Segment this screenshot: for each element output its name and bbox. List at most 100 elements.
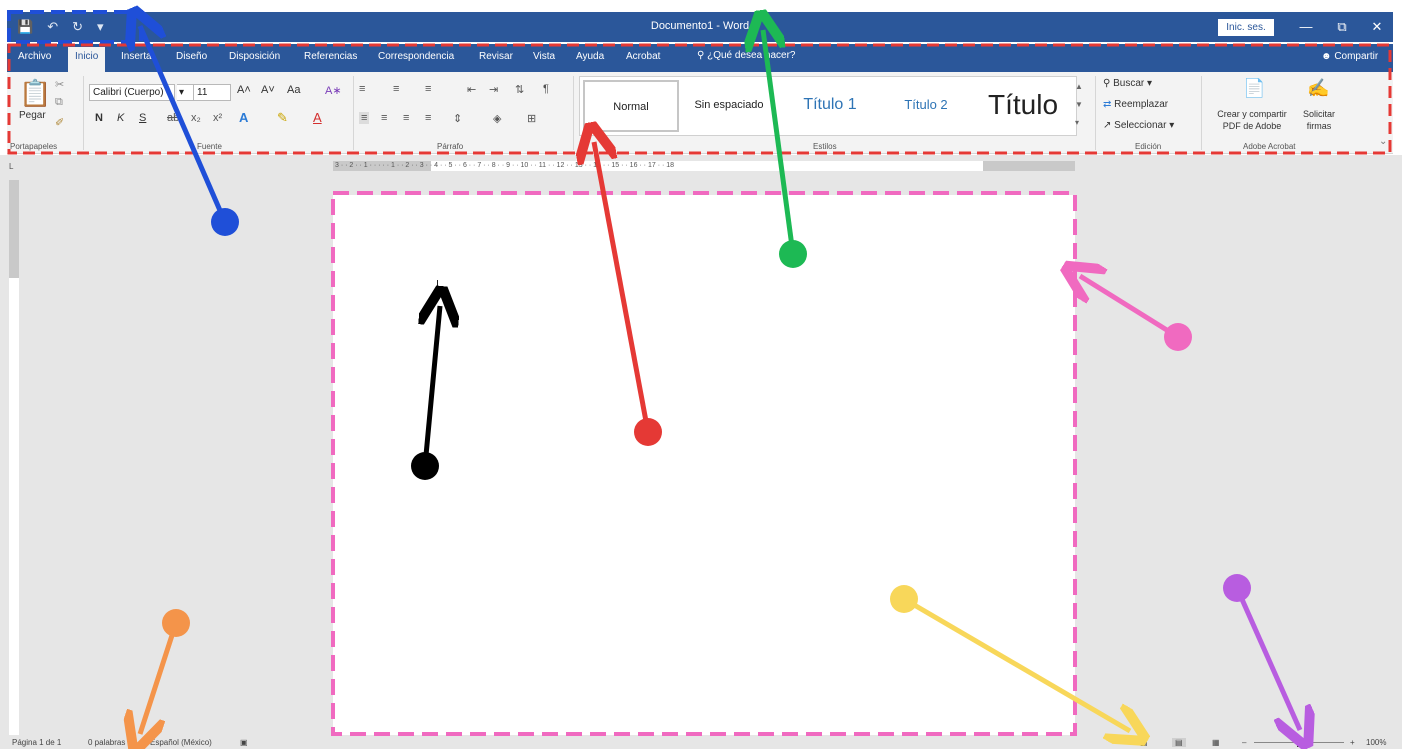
style-heading-1[interactable]: Título 1	[783, 80, 877, 132]
strikethrough-icon[interactable]: ab	[167, 112, 179, 124]
text-effects-icon[interactable]: A	[239, 110, 248, 125]
zoom-out-icon[interactable]: –	[1242, 738, 1246, 747]
font-family-select[interactable]: Calibri (Cuerpo)	[89, 84, 175, 101]
minimize-button[interactable]: —	[1294, 17, 1318, 37]
tab-selector-icon[interactable]: L	[9, 162, 19, 172]
align-right-icon[interactable]: ≡	[403, 112, 409, 124]
tab-ayuda[interactable]: Ayuda	[576, 51, 604, 62]
style-heading-2[interactable]: Título 2	[881, 80, 971, 132]
language-indicator[interactable]: Español (México)	[150, 738, 212, 747]
share-label: Compartir	[1334, 51, 1379, 62]
borders-icon[interactable]: ⊞	[527, 112, 536, 125]
replace-icon: ⇄	[1103, 99, 1112, 110]
status-bar: Página 1 de 1 0 palabras Español (México…	[0, 735, 1402, 749]
cursor-arrow-icon: ↗	[1103, 120, 1112, 131]
shrink-font-button[interactable]: A˅	[261, 84, 275, 96]
separator	[83, 76, 84, 150]
zoom-in-icon[interactable]: +	[1350, 738, 1355, 747]
replace-button[interactable]: ⇄ Reemplazar	[1103, 99, 1168, 110]
document-title: Documento1 - Word	[650, 20, 750, 32]
format-painter-icon[interactable]: ✐	[55, 116, 64, 129]
ribbon-home: 📋 Pegar ✂ ⧉ ✐ Portapapeles Calibri (Cuer…	[7, 72, 1393, 154]
page-count[interactable]: Página 1 de 1	[12, 738, 61, 747]
style-no-spacing[interactable]: Sin espaciado	[683, 80, 775, 132]
zoom-level[interactable]: 100%	[1366, 738, 1386, 747]
close-button[interactable]: ✕	[1365, 17, 1389, 37]
tell-me-search[interactable]: ⚲ ¿Qué desea hacer?	[697, 50, 796, 61]
find-button[interactable]: ⚲ Buscar ▾	[1103, 78, 1152, 89]
select-button[interactable]: ↗ Seleccionar ▾	[1103, 120, 1174, 131]
grow-font-button[interactable]: A˄	[237, 84, 251, 96]
highlight-icon[interactable]: ✎	[277, 110, 288, 126]
horizontal-ruler[interactable]: 3 · · 2 · · 1 · · · · · 1 · · 2 · · 3 · …	[333, 161, 1075, 171]
create-share-pdf-button[interactable]: Crear y compartir PDF de Adobe	[1207, 108, 1297, 132]
create-pdf-line2: PDF de Adobe	[1222, 121, 1282, 131]
web-layout-icon[interactable]: ▦	[1212, 738, 1220, 747]
tab-referencias[interactable]: Referencias	[304, 51, 357, 62]
read-mode-icon[interactable]: ▤	[1140, 738, 1148, 747]
cut-icon[interactable]: ✂	[55, 78, 64, 91]
clear-formatting-icon[interactable]: A∗	[325, 84, 342, 97]
tab-vista[interactable]: Vista	[533, 51, 555, 62]
sort-icon[interactable]: ⇅	[515, 83, 524, 96]
separator	[1095, 76, 1096, 150]
bullets-icon[interactable]: ≡	[359, 83, 365, 95]
replace-label: Reemplazar	[1114, 99, 1169, 110]
pdf-create-icon[interactable]: 📄	[1243, 78, 1265, 99]
vertical-ruler[interactable]	[9, 180, 19, 735]
editing-group-label: Edición	[1135, 142, 1162, 151]
tab-archivo[interactable]: Archivo	[18, 51, 51, 62]
change-case-button[interactable]: Aa	[287, 84, 300, 96]
share-button[interactable]: ☻ Compartir	[1321, 51, 1378, 62]
tab-disposicion[interactable]: Disposición	[229, 51, 280, 62]
copy-icon[interactable]: ⧉	[55, 96, 63, 109]
line-spacing-icon[interactable]: ⇕	[453, 112, 462, 125]
request-signatures-icon[interactable]: ✍	[1307, 78, 1329, 99]
accessibility-icon[interactable]: ▣	[240, 738, 248, 747]
style-normal[interactable]: Normal	[583, 80, 679, 132]
document-page[interactable]	[333, 195, 1075, 735]
subscript-icon[interactable]: x₂	[191, 112, 201, 124]
clipboard-group-label: Portapapeles	[10, 142, 58, 151]
tab-diseno[interactable]: Diseño	[176, 51, 207, 62]
tab-insertar[interactable]: Inserta	[121, 51, 152, 62]
font-group-label: Fuente	[197, 142, 222, 151]
separator	[353, 76, 354, 150]
lightbulb-icon: ⚲	[697, 50, 705, 61]
justify-icon[interactable]: ≡	[425, 112, 431, 124]
show-marks-icon[interactable]: ¶	[543, 83, 549, 95]
restore-button[interactable]: ⧉	[1330, 17, 1354, 37]
tab-inicio[interactable]: Inicio	[68, 47, 106, 72]
find-label: Buscar	[1113, 78, 1145, 89]
ruler-margin-right	[983, 161, 1075, 171]
paragraph-group-label: Párrafo	[437, 142, 464, 151]
italic-button[interactable]: K	[117, 112, 124, 124]
ruler-margin-top	[9, 180, 19, 278]
font-size-select[interactable]: 11	[193, 84, 231, 101]
multilevel-list-icon[interactable]: ≡	[425, 83, 431, 95]
print-layout-icon[interactable]: ▤	[1172, 738, 1186, 747]
style-title[interactable]: Título	[973, 80, 1073, 132]
paste-button[interactable]: Pegar	[19, 110, 46, 121]
ruler-ticks: 3 · · 2 · · 1 · · · · · 1 · · 2 · · 3 · …	[335, 162, 675, 169]
tab-correspondencia[interactable]: Correspondencia	[378, 51, 454, 62]
align-left-icon[interactable]: ≡	[359, 112, 370, 124]
sign-in-button[interactable]: Inic. ses.	[1218, 19, 1274, 36]
tab-acrobat[interactable]: Acrobat	[626, 51, 660, 62]
styles-scroll-icon[interactable]: ▲ ▼ ▾	[1075, 78, 1083, 132]
paste-icon[interactable]: 📋	[19, 78, 51, 109]
word-count[interactable]: 0 palabras	[88, 738, 125, 747]
shading-icon[interactable]: ◈	[493, 112, 501, 125]
tab-revisar[interactable]: Revisar	[479, 51, 513, 62]
superscript-icon[interactable]: x²	[213, 112, 222, 124]
align-center-icon[interactable]: ≡	[381, 112, 387, 124]
numbering-icon[interactable]: ≡	[393, 83, 399, 95]
bold-button[interactable]: N	[95, 112, 103, 124]
font-color-icon[interactable]: A	[313, 110, 322, 125]
collapse-ribbon-icon[interactable]: ⌄	[1379, 136, 1387, 147]
zoom-slider-thumb[interactable]	[1297, 738, 1300, 747]
underline-button[interactable]: S	[139, 112, 146, 124]
decrease-indent-icon[interactable]: ⇤	[467, 83, 476, 96]
increase-indent-icon[interactable]: ⇥	[489, 83, 498, 96]
request-signatures-button[interactable]: Solicitar firmas	[1293, 108, 1345, 132]
